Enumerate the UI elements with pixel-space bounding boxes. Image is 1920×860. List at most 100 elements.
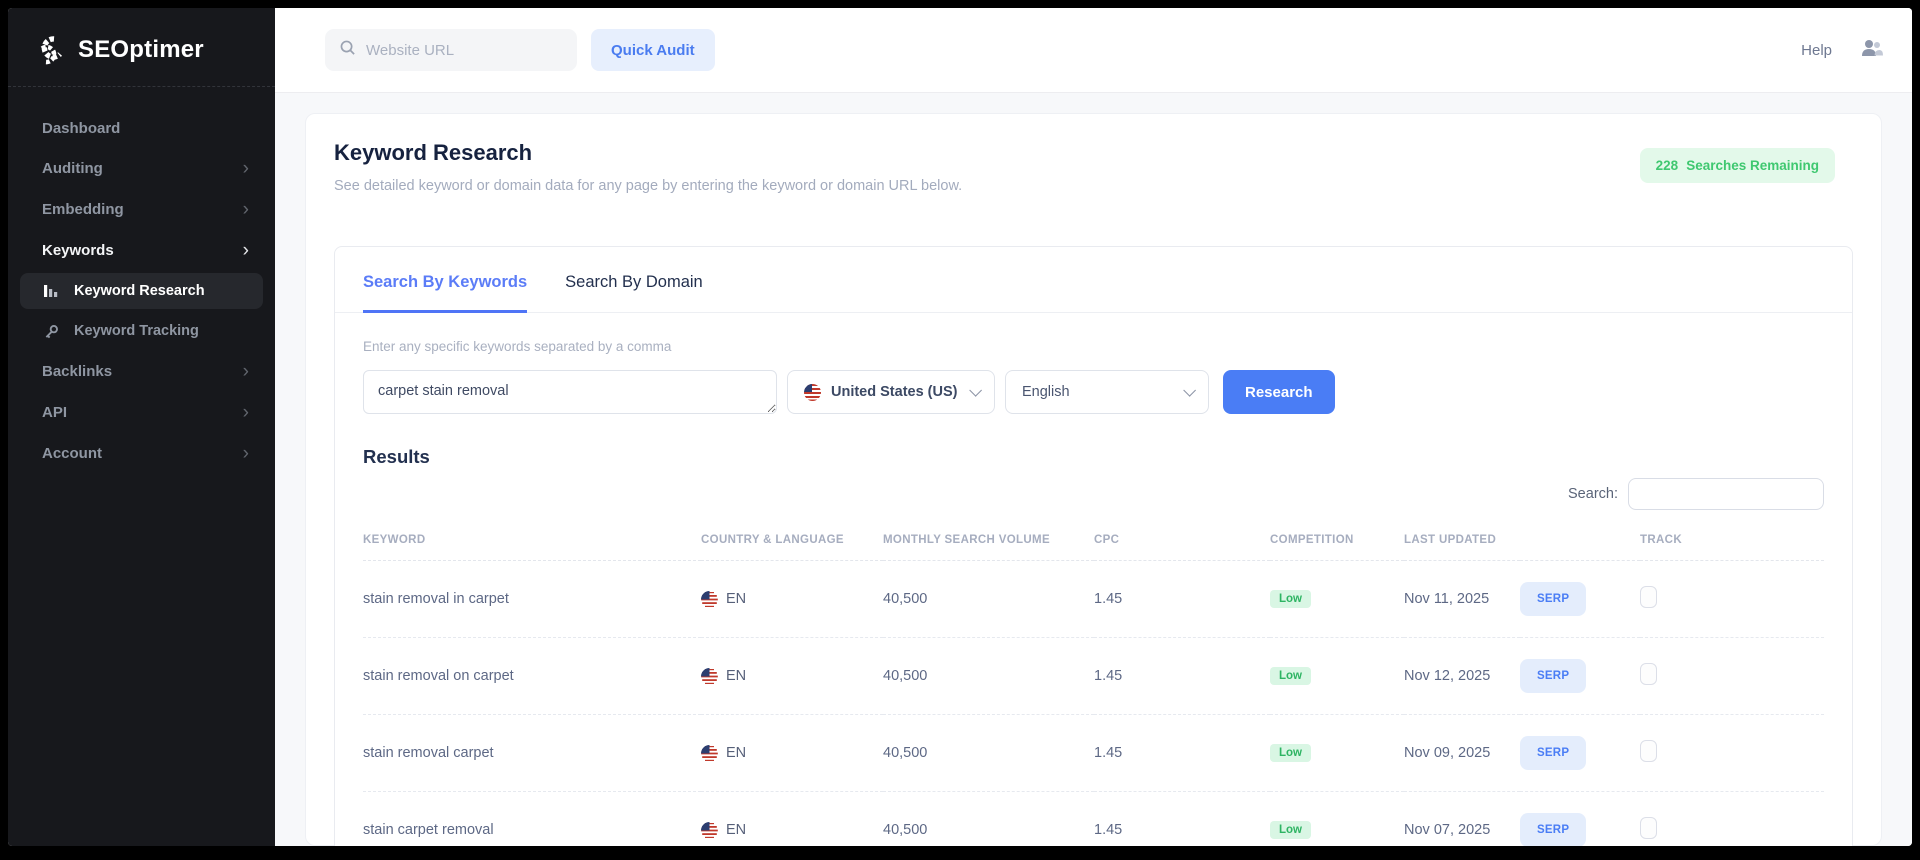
table-row: stain removal on carpet EN: [363, 638, 1824, 715]
sidebar-item-account[interactable]: Account ›: [8, 433, 275, 474]
last-updated-cell: Nov 07, 2025: [1404, 792, 1520, 847]
page-header: Keyword Research See detailed keyword or…: [334, 140, 1853, 194]
track-checkbox[interactable]: [1640, 663, 1657, 685]
search-panel: Search By Keywords Search By Domain Ente…: [334, 246, 1853, 846]
country-select[interactable]: United States (US): [787, 370, 995, 414]
column-header-serp: [1520, 524, 1640, 561]
sidebar-item-dashboard[interactable]: Dashboard: [8, 109, 275, 148]
serp-button[interactable]: SERP: [1520, 582, 1586, 616]
last-updated-cell: Nov 09, 2025: [1404, 715, 1520, 792]
country-language-cell: EN: [701, 745, 883, 762]
chevron-right-icon: ›: [243, 362, 249, 381]
searches-remaining-count: 228: [1656, 158, 1679, 173]
chevron-down-icon: [969, 384, 982, 397]
results-search-label: Search:: [1568, 486, 1618, 502]
help-link[interactable]: Help: [1801, 42, 1832, 59]
volume-cell: 40,500: [883, 561, 1094, 638]
track-cell: [1640, 561, 1824, 638]
chevron-right-icon: ›: [243, 200, 249, 219]
country-selected-value: United States (US): [831, 384, 959, 400]
column-header-country: COUNTRY & LANGUAGE: [701, 524, 883, 561]
brand-name: SEOptimer: [78, 36, 204, 64]
app-window: SEOptimer Dashboard Auditing › Embedding…: [8, 8, 1912, 846]
column-header-volume: MONTHLY SEARCH VOLUME: [883, 524, 1094, 561]
competition-badge: Low: [1270, 744, 1311, 762]
chevron-right-icon: ›: [243, 241, 249, 260]
seoptimer-gears-icon: [32, 32, 68, 68]
bar-chart-icon: [42, 282, 60, 300]
keyword-search-form: Enter any specific keywords separated by…: [335, 313, 1852, 424]
language-select[interactable]: English: [1005, 370, 1209, 414]
volume-cell: 40,500: [883, 715, 1094, 792]
cpc-cell: 1.45: [1094, 561, 1270, 638]
volume-cell: 40,500: [883, 638, 1094, 715]
sidebar-item-embedding[interactable]: Embedding ›: [8, 189, 275, 230]
column-header-track: TRACK: [1640, 524, 1824, 561]
table-row: stain removal carpet EN 40,: [363, 715, 1824, 792]
track-checkbox[interactable]: [1640, 817, 1657, 839]
sidebar-item-api[interactable]: API ›: [8, 392, 275, 433]
search-icon: [339, 39, 356, 61]
sidebar-item-auditing[interactable]: Auditing ›: [8, 148, 275, 189]
keyword-cell: stain removal on carpet: [363, 638, 701, 715]
track-cell: [1640, 792, 1824, 847]
results-table-body: stain removal in carpet EN: [363, 561, 1824, 847]
track-checkbox[interactable]: [1640, 740, 1657, 762]
cpc-cell: 1.45: [1094, 638, 1270, 715]
keywords-textarea[interactable]: carpet stain removal: [363, 370, 777, 414]
us-flag-icon: [701, 668, 718, 685]
main-area: Keyword Research See detailed keyword or…: [275, 93, 1912, 846]
competition-cell: Low: [1270, 715, 1404, 792]
content-column: Quick Audit Help Keyword Resea: [275, 8, 1912, 846]
topbar: Quick Audit Help: [275, 8, 1912, 93]
serp-button[interactable]: SERP: [1520, 736, 1586, 770]
serp-cell: SERP: [1520, 561, 1640, 638]
searches-remaining-badge: 228 Searches Remaining: [1640, 148, 1835, 183]
page-subtitle: See detailed keyword or domain data for …: [334, 178, 962, 194]
sidebar-item-keyword-tracking[interactable]: Keyword Tracking: [20, 313, 263, 349]
keyword-cell: stain carpet removal: [363, 792, 701, 847]
keyword-cell: stain removal carpet: [363, 715, 701, 792]
track-checkbox[interactable]: [1640, 586, 1657, 608]
chevron-down-icon: [1183, 384, 1196, 397]
tab-search-by-domain[interactable]: Search By Domain: [565, 273, 703, 313]
brand-logo[interactable]: SEOptimer: [8, 26, 275, 86]
users-icon[interactable]: [1858, 38, 1884, 63]
last-updated-cell: Nov 12, 2025: [1404, 638, 1520, 715]
website-url-input[interactable]: [366, 42, 563, 59]
competition-badge: Low: [1270, 667, 1311, 685]
sidebar-divider: [8, 86, 275, 87]
us-flag-icon: [701, 745, 718, 762]
results-heading: Results: [363, 446, 1824, 468]
competition-cell: Low: [1270, 638, 1404, 715]
results-table-header-row: KEYWORD COUNTRY & LANGUAGE MONTHLY SEARC…: [363, 524, 1824, 561]
tab-search-by-keywords[interactable]: Search By Keywords: [363, 273, 527, 313]
sidebar-item-backlinks[interactable]: Backlinks ›: [8, 351, 275, 392]
serp-cell: SERP: [1520, 792, 1640, 847]
results-section: Results Search: KEYWORD COUNTRY & LANGUA…: [335, 424, 1852, 846]
keyword-cell: stain removal in carpet: [363, 561, 701, 638]
sidebar-item-keywords[interactable]: Keywords ›: [8, 230, 275, 271]
cpc-cell: 1.45: [1094, 792, 1270, 847]
country-language-cell: EN: [701, 822, 883, 839]
quick-audit-button[interactable]: Quick Audit: [591, 29, 715, 71]
results-search-input[interactable]: [1628, 478, 1824, 510]
us-flag-icon: [701, 822, 718, 839]
us-flag-icon: [804, 384, 821, 401]
column-header-updated: LAST UPDATED: [1404, 524, 1520, 561]
column-header-keyword: KEYWORD: [363, 524, 701, 561]
serp-cell: SERP: [1520, 638, 1640, 715]
serp-button[interactable]: SERP: [1520, 813, 1586, 846]
sidebar-nav: Dashboard Auditing › Embedding › Keyword…: [8, 101, 275, 482]
competition-cell: Low: [1270, 561, 1404, 638]
chevron-right-icon: ›: [243, 159, 249, 178]
serp-button[interactable]: SERP: [1520, 659, 1586, 693]
keyword-research-card: Keyword Research See detailed keyword or…: [305, 113, 1882, 846]
serp-cell: SERP: [1520, 715, 1640, 792]
research-button[interactable]: Research: [1223, 370, 1335, 414]
last-updated-cell: Nov 11, 2025: [1404, 561, 1520, 638]
volume-cell: 40,500: [883, 792, 1094, 847]
column-header-cpc: CPC: [1094, 524, 1270, 561]
sidebar-item-keyword-research[interactable]: Keyword Research: [20, 273, 263, 309]
website-url-search[interactable]: [325, 29, 577, 71]
